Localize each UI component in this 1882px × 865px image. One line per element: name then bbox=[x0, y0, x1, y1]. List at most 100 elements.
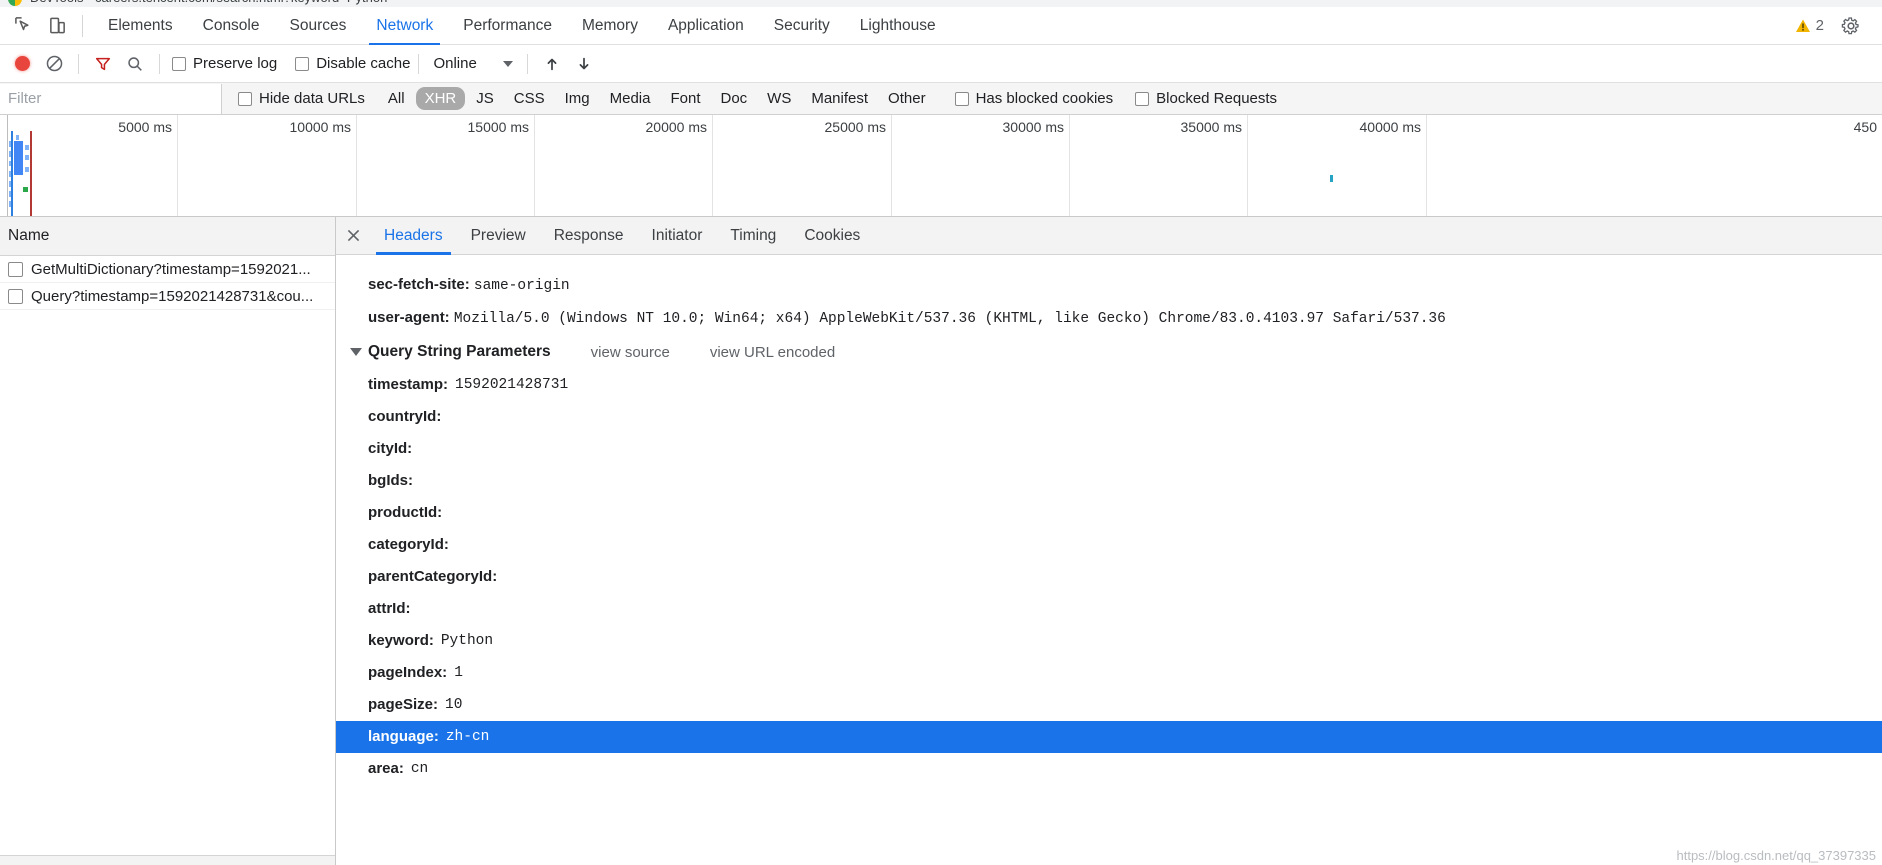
query-param-row[interactable]: attrId: bbox=[336, 593, 1882, 625]
request-name: GetMultiDictionary?timestamp=1592021... bbox=[31, 260, 311, 278]
timeline-cell: 40000 ms bbox=[1248, 115, 1427, 216]
warning-triangle-icon bbox=[1795, 19, 1810, 32]
timeline-cell: 25000 ms bbox=[713, 115, 892, 216]
column-header-name: Name bbox=[8, 227, 50, 244]
query-param-row[interactable]: timestamp: 1592021428731 bbox=[336, 369, 1882, 401]
param-key: attrId: bbox=[368, 600, 411, 617]
query-param-row[interactable]: categoryId: bbox=[336, 529, 1882, 561]
tab-preview[interactable]: Preview bbox=[457, 217, 540, 255]
triangle-down-icon bbox=[350, 348, 362, 356]
timeline-tick-label: 30000 ms bbox=[1002, 119, 1064, 135]
filter-type-img[interactable]: Img bbox=[556, 87, 599, 110]
network-overview-timeline[interactable]: 5000 ms 10000 ms 15000 ms 20000 ms 25000… bbox=[0, 115, 1882, 217]
tab-memory[interactable]: Memory bbox=[567, 7, 653, 45]
tab-sources[interactable]: Sources bbox=[275, 7, 362, 45]
tab-response[interactable]: Response bbox=[540, 217, 638, 255]
query-param-row[interactable]: countryId: bbox=[336, 401, 1882, 433]
filter-funnel-icon[interactable] bbox=[87, 48, 119, 80]
query-param-row[interactable]: productId: bbox=[336, 497, 1882, 529]
request-row[interactable]: GetMultiDictionary?timestamp=1592021... bbox=[0, 256, 335, 283]
gear-icon[interactable] bbox=[1834, 9, 1868, 43]
overview-request-bar bbox=[25, 155, 29, 160]
tab-console[interactable]: Console bbox=[188, 7, 275, 45]
warning-indicator[interactable]: 2 bbox=[1795, 17, 1824, 34]
param-key: area: bbox=[368, 760, 404, 777]
param-key: language: bbox=[368, 728, 439, 745]
filter-type-other[interactable]: Other bbox=[879, 87, 935, 110]
filter-type-ws[interactable]: WS bbox=[758, 87, 800, 110]
search-icon[interactable] bbox=[119, 48, 151, 80]
filter-type-manifest[interactable]: Manifest bbox=[802, 87, 877, 110]
tab-application[interactable]: Application bbox=[653, 7, 759, 45]
section-title: Query String Parameters bbox=[368, 343, 551, 360]
details-tabbar: Headers Preview Response Initiator Timin… bbox=[336, 217, 1882, 255]
checkbox-box bbox=[954, 91, 969, 106]
tab-timing[interactable]: Timing bbox=[716, 217, 790, 255]
header-entry: user-agent: Mozilla/5.0 (Windows NT 10.0… bbox=[336, 302, 1882, 335]
request-list-header[interactable]: Name bbox=[0, 217, 335, 256]
filter-type-doc[interactable]: Doc bbox=[711, 87, 756, 110]
header-value: Mozilla/5.0 (Windows NT 10.0; Win64; x64… bbox=[453, 311, 1446, 327]
blocked-requests-checkbox[interactable]: Blocked Requests bbox=[1135, 90, 1277, 107]
query-param-row[interactable]: area: cn bbox=[336, 753, 1882, 785]
query-param-row[interactable]: pageSize: 10 bbox=[336, 689, 1882, 721]
param-value: 1592021428731 bbox=[455, 377, 569, 393]
network-filter-bar: Hide data URLs All XHR JS CSS Img Media … bbox=[0, 83, 1882, 115]
query-param-row[interactable]: cityId: bbox=[336, 433, 1882, 465]
filter-type-all[interactable]: All bbox=[379, 87, 414, 110]
overview-request-bar bbox=[25, 167, 29, 172]
query-param-row[interactable]: pageIndex: 1 bbox=[336, 657, 1882, 689]
request-type-icon bbox=[8, 288, 23, 304]
watermark-text: https://blog.csdn.net/qq_37397335 bbox=[1676, 848, 1877, 863]
tab-network[interactable]: Network bbox=[361, 7, 448, 45]
param-key: pageIndex: bbox=[368, 664, 448, 681]
preserve-log-checkbox[interactable]: Preserve log bbox=[172, 55, 277, 72]
close-icon[interactable] bbox=[336, 217, 370, 255]
tab-headers[interactable]: Headers bbox=[370, 217, 457, 255]
query-param-row[interactable]: parentCategoryId: bbox=[336, 561, 1882, 593]
param-key: countryId: bbox=[368, 408, 442, 425]
hide-data-urls-checkbox[interactable]: Hide data URLs bbox=[238, 90, 365, 107]
record-stop-icon[interactable] bbox=[6, 48, 38, 80]
network-toolbar: Preserve log Disable cache Online bbox=[0, 45, 1882, 83]
timeline-cell: 450 bbox=[1427, 115, 1882, 216]
import-har-icon[interactable] bbox=[536, 48, 568, 80]
filter-type-media[interactable]: Media bbox=[601, 87, 660, 110]
has-blocked-cookies-checkbox[interactable]: Has blocked cookies bbox=[954, 90, 1114, 107]
param-key: parentCategoryId: bbox=[368, 568, 498, 585]
disable-cache-checkbox[interactable]: Disable cache bbox=[295, 55, 410, 72]
query-param-row-selected[interactable]: language: zh-cn bbox=[336, 721, 1882, 753]
timeline-tick-label: 25000 ms bbox=[824, 119, 886, 135]
filter-type-css[interactable]: CSS bbox=[505, 87, 554, 110]
filter-input[interactable] bbox=[0, 83, 222, 114]
param-key: cityId: bbox=[368, 440, 413, 457]
tab-security[interactable]: Security bbox=[759, 7, 845, 45]
query-param-row[interactable]: bgIds: bbox=[336, 465, 1882, 497]
device-toolbar-icon[interactable] bbox=[40, 9, 74, 43]
checkbox-box bbox=[295, 56, 310, 71]
tab-performance[interactable]: Performance bbox=[448, 7, 567, 45]
query-param-row[interactable]: keyword: Python bbox=[336, 625, 1882, 657]
tab-cookies[interactable]: Cookies bbox=[790, 217, 874, 255]
request-row[interactable]: Query?timestamp=1592021428731&cou... bbox=[0, 283, 335, 310]
inspect-element-icon[interactable] bbox=[6, 9, 40, 43]
tab-initiator[interactable]: Initiator bbox=[638, 217, 717, 255]
param-value: zh-cn bbox=[445, 729, 490, 745]
filter-type-font[interactable]: Font bbox=[661, 87, 709, 110]
filter-type-js[interactable]: JS bbox=[467, 87, 503, 110]
tab-elements[interactable]: Elements bbox=[93, 7, 188, 45]
request-list-summary-bar bbox=[0, 855, 335, 865]
throttling-dropdown[interactable]: Online bbox=[427, 55, 518, 72]
query-string-parameters-section-header[interactable]: Query String Parameters view source view… bbox=[336, 335, 1882, 369]
export-har-icon[interactable] bbox=[568, 48, 600, 80]
view-url-encoded-link[interactable]: view URL encoded bbox=[710, 344, 835, 361]
has-blocked-cookies-label: Has blocked cookies bbox=[975, 90, 1114, 107]
tab-lighthouse[interactable]: Lighthouse bbox=[845, 7, 951, 45]
toolbar-divider-2 bbox=[159, 53, 160, 74]
clear-network-log-icon[interactable] bbox=[38, 48, 70, 80]
param-key: categoryId: bbox=[368, 536, 449, 553]
window-title: DevTools - careers.tencent.com/search.ht… bbox=[30, 0, 387, 5]
warning-count: 2 bbox=[1815, 17, 1824, 34]
filter-type-xhr[interactable]: XHR bbox=[415, 87, 466, 110]
view-source-link[interactable]: view source bbox=[591, 344, 670, 361]
